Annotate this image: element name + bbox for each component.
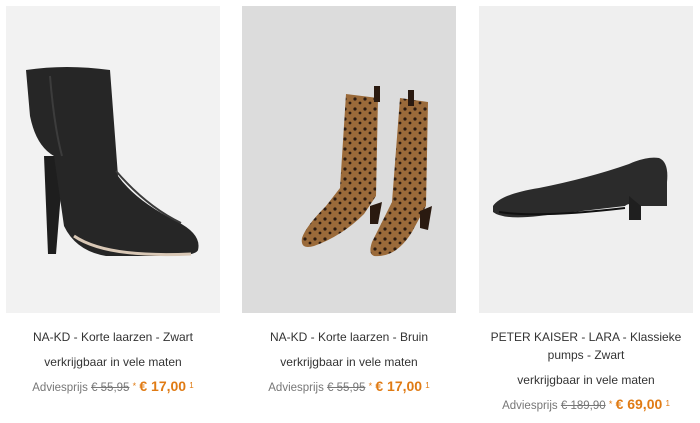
- product-title[interactable]: PETER KAISER - LARA - Klassieke pumps - …: [479, 328, 693, 364]
- availability-text: verkrijgbaar in vele maten: [280, 355, 418, 369]
- availability-text: verkrijgbaar in vele maten: [44, 355, 182, 369]
- product-image[interactable]: [6, 6, 220, 313]
- product-title[interactable]: NA-KD - Korte laarzen - Zwart: [6, 328, 220, 346]
- price-line: Adviesprijs € 55,95 * € 17,00 1: [242, 378, 456, 396]
- footnote-marker: 1: [189, 381, 194, 390]
- leopard-ankle-boots-image: [242, 6, 456, 313]
- footnote-marker: 1: [425, 381, 430, 390]
- product-image[interactable]: [242, 6, 456, 313]
- advice-label: Adviesprijs: [32, 382, 88, 394]
- advice-label: Adviesprijs: [502, 400, 558, 412]
- new-price: € 17,00: [375, 378, 423, 394]
- advice-label: Adviesprijs: [268, 382, 324, 394]
- asterisk: *: [608, 399, 613, 409]
- new-price: € 17,00: [139, 378, 187, 394]
- price-line: Adviesprijs € 55,95 * € 17,00 1: [6, 378, 220, 396]
- black-ankle-boot-image: [6, 6, 220, 313]
- asterisk: *: [368, 381, 373, 391]
- old-price: € 55,95: [91, 382, 130, 394]
- old-price: € 55,95: [327, 382, 366, 394]
- footnote-marker: 1: [665, 399, 670, 408]
- product-title[interactable]: NA-KD - Korte laarzen - Bruin: [242, 328, 456, 346]
- asterisk: *: [132, 381, 137, 391]
- price-line: Adviesprijs € 189,90 * € 69,00 1: [479, 396, 693, 414]
- product-image[interactable]: [479, 6, 693, 313]
- product-grid: NA-KD - Korte laarzen - Zwart verkrijgba…: [0, 0, 700, 423]
- product-card[interactable]: NA-KD - Korte laarzen - Bruin verkrijgba…: [242, 6, 456, 396]
- old-price: € 189,90: [560, 400, 606, 412]
- black-suede-pump-image: [479, 6, 693, 313]
- new-price: € 69,00: [615, 396, 663, 412]
- product-card[interactable]: PETER KAISER - LARA - Klassieke pumps - …: [479, 6, 693, 414]
- availability-text: verkrijgbaar in vele maten: [517, 373, 655, 387]
- product-card[interactable]: NA-KD - Korte laarzen - Zwart verkrijgba…: [6, 6, 220, 396]
